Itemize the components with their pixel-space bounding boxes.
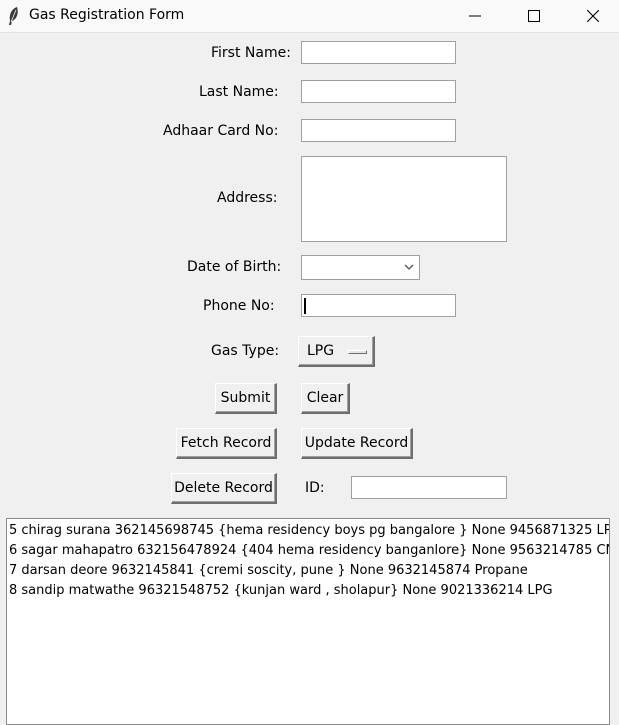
maximize-icon	[528, 10, 540, 22]
first-name-input[interactable]	[301, 41, 456, 64]
last-name-label: Last Name:	[199, 84, 279, 100]
aadhaar-label: Adhaar Card No:	[163, 123, 279, 139]
delete-record-button[interactable]: Delete Record	[171, 473, 277, 504]
update-record-button[interactable]: Update Record	[301, 428, 413, 459]
submit-button[interactable]: Submit	[215, 383, 277, 414]
last-name-input[interactable]	[301, 80, 456, 103]
list-item[interactable]: 5 chirag surana 362145698745 {hema resid…	[7, 521, 609, 541]
close-button[interactable]	[570, 0, 616, 32]
phone-input[interactable]	[301, 294, 456, 317]
window-title: Gas Registration Form	[29, 7, 185, 23]
clear-button[interactable]: Clear	[301, 383, 350, 414]
list-item[interactable]: 6 sagar mahapatro 632156478924 {404 hema…	[7, 541, 609, 561]
minimize-icon	[469, 15, 481, 17]
list-item[interactable]: 7 darsan deore 9632145841 {cremi soscity…	[7, 561, 609, 581]
list-item[interactable]: 8 sandip matwathe 96321548752 {kunjan wa…	[7, 581, 609, 601]
maximize-button[interactable]	[511, 0, 557, 32]
records-listbox[interactable]: 5 chirag surana 362145698745 {hema resid…	[6, 518, 610, 725]
close-icon	[587, 10, 599, 22]
dob-label: Date of Birth:	[187, 259, 282, 275]
phone-label: Phone No:	[203, 298, 275, 314]
dob-combobox[interactable]	[301, 255, 420, 280]
feather-icon	[6, 6, 22, 26]
minimize-button[interactable]	[452, 0, 498, 32]
option-indicator-icon	[348, 350, 367, 354]
aadhaar-input[interactable]	[301, 119, 456, 142]
fetch-record-button[interactable]: Fetch Record	[176, 428, 277, 459]
address-label: Address:	[217, 190, 278, 206]
text-cursor	[304, 298, 306, 314]
first-name-label: First Name:	[211, 45, 291, 61]
title-bar: Gas Registration Form	[0, 0, 619, 33]
id-label: ID:	[305, 480, 325, 496]
id-input[interactable]	[351, 476, 507, 499]
chevron-down-icon[interactable]	[404, 264, 414, 271]
gas-type-label: Gas Type:	[211, 343, 280, 359]
gas-type-value: LPG	[307, 343, 335, 359]
gas-type-menu[interactable]: LPG	[298, 336, 375, 367]
address-textarea[interactable]	[301, 156, 507, 242]
